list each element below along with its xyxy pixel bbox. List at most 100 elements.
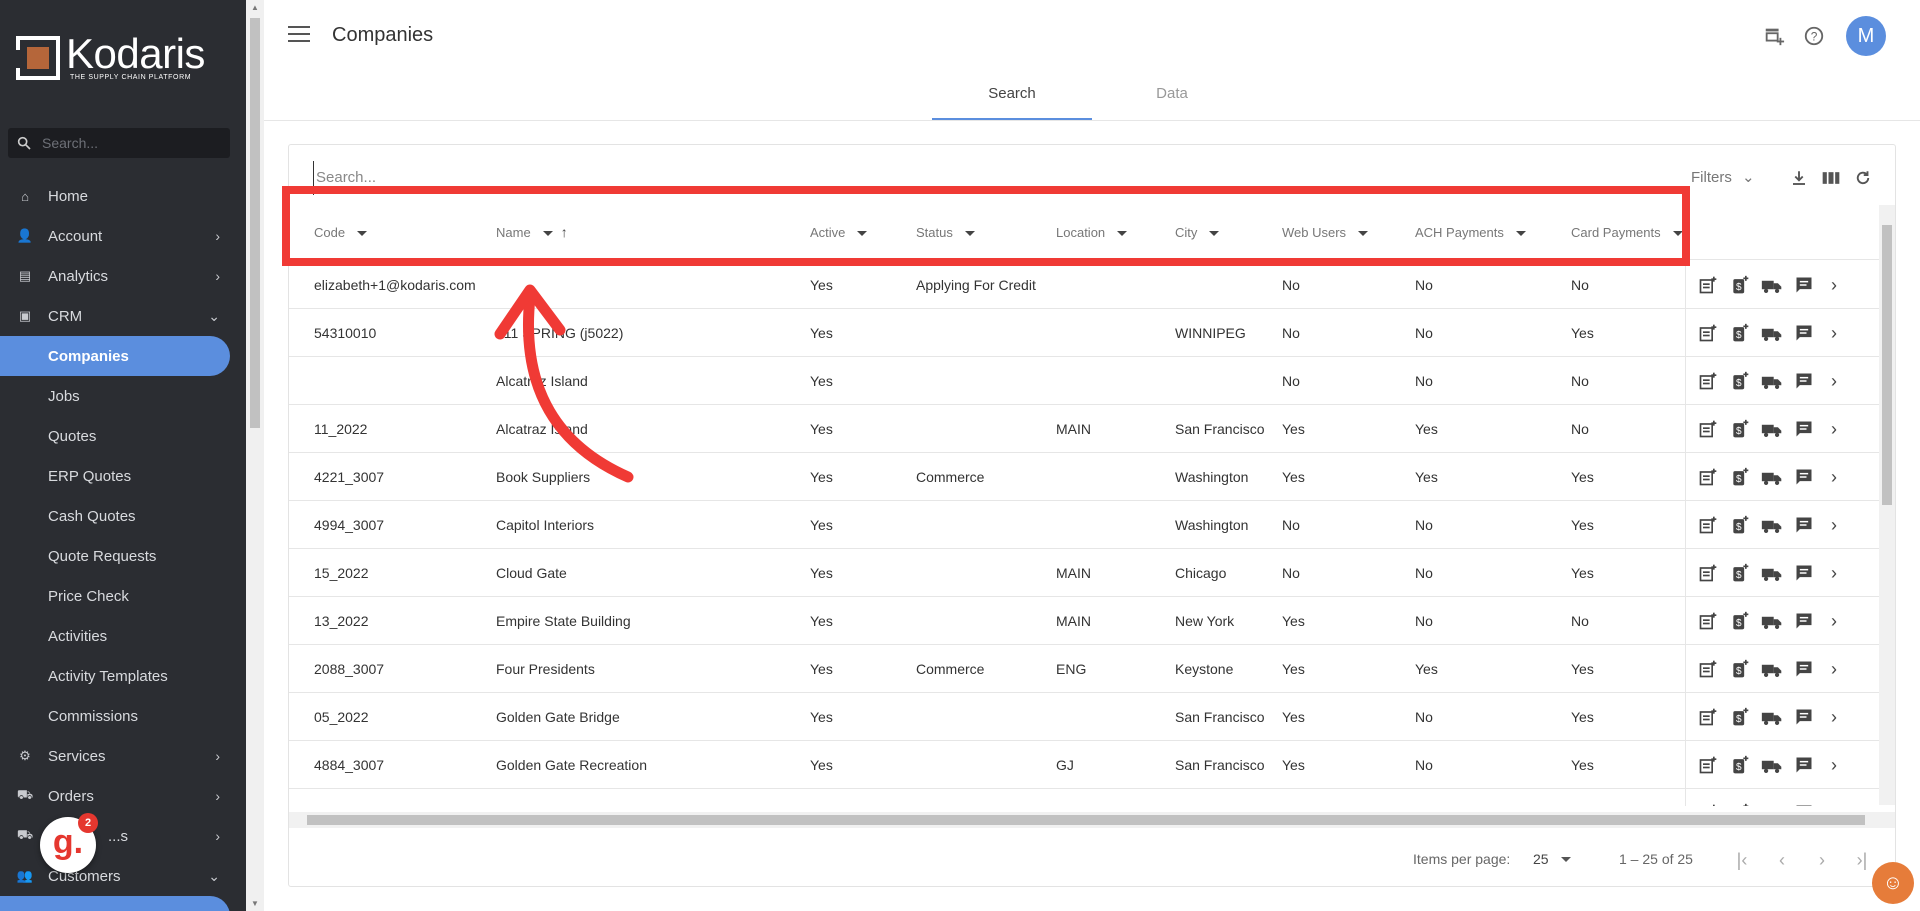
sidebar-item-quotes[interactable]: Quotes	[0, 416, 230, 456]
new-order-truck-icon[interactable]	[1756, 561, 1788, 585]
chevron-right-icon[interactable]: ›	[1820, 659, 1848, 680]
grid-hscroll-thumb[interactable]	[307, 815, 1865, 825]
new-order-truck-icon[interactable]	[1756, 417, 1788, 441]
sidebar-item-erp-quotes[interactable]: ERP Quotes	[0, 456, 230, 496]
new-payment-icon[interactable]: $	[1724, 417, 1756, 441]
new-quote-icon[interactable]	[1692, 273, 1724, 297]
new-order-truck-icon[interactable]	[1756, 513, 1788, 537]
sidebar-item-price-check[interactable]: Price Check	[0, 576, 230, 616]
sidebar-item-analytics[interactable]: ▤ Analytics ›	[0, 256, 230, 296]
chevron-right-icon[interactable]: ›	[1820, 371, 1848, 392]
table-row[interactable]: 05_2022 Golden Gate Bridge Yes San Francisc…	[289, 693, 1879, 741]
table-row[interactable]: 13_2022 Empire State Building Yes MAIN New Y…	[289, 597, 1879, 645]
kodaris-logo[interactable]: Kodaris THE SUPPLY CHAIN PLATFORM	[14, 33, 205, 81]
chevron-right-icon[interactable]: ›	[1820, 803, 1848, 807]
sidebar-item-companies[interactable]: Companies	[0, 336, 230, 376]
sidebar-item-crm[interactable]: ▣ CRM ⌄	[0, 296, 230, 336]
grid-horizontal-scrollbar[interactable]	[289, 812, 1895, 828]
chevron-right-icon[interactable]: ›	[1820, 419, 1848, 440]
hamburger-menu-icon[interactable]	[288, 26, 310, 46]
sidebar-item-customers[interactable]: 👥 Customers ⌄	[0, 856, 230, 896]
new-payment-icon[interactable]: $	[1724, 513, 1756, 537]
new-payment-icon[interactable]: $	[1724, 801, 1756, 806]
chevron-right-icon[interactable]: ›	[1820, 707, 1848, 728]
grid-vertical-scrollbar[interactable]	[1879, 205, 1895, 805]
new-order-truck-icon[interactable]	[1756, 609, 1788, 633]
sidebar-item-quote-requests[interactable]: Quote Requests	[0, 536, 230, 576]
sidebar-item-cash-quotes[interactable]: Cash Quotes	[0, 496, 230, 536]
new-order-truck-icon[interactable]	[1756, 657, 1788, 681]
message-icon[interactable]	[1788, 609, 1820, 633]
message-icon[interactable]	[1788, 273, 1820, 297]
new-payment-icon[interactable]: $	[1724, 609, 1756, 633]
new-payment-icon[interactable]: $	[1724, 657, 1756, 681]
tab-search[interactable]: Search	[932, 80, 1092, 120]
chevron-right-icon[interactable]: ›	[1820, 611, 1848, 632]
new-order-truck-icon[interactable]	[1756, 369, 1788, 393]
next-page-icon[interactable]: ›	[1807, 845, 1837, 875]
columns-icon[interactable]	[1819, 165, 1843, 191]
grid-vscroll-thumb[interactable]	[1882, 225, 1892, 505]
new-quote-icon[interactable]	[1692, 513, 1724, 537]
chevron-right-icon[interactable]: ›	[1820, 563, 1848, 584]
add-store-icon[interactable]	[1762, 24, 1786, 48]
sidebar-item-services[interactable]: ⚙ Services ›	[0, 736, 230, 776]
sidebar-scrollbar[interactable]: ▲ ▼	[246, 0, 264, 911]
first-page-icon[interactable]: |‹	[1727, 845, 1757, 875]
new-order-truck-icon[interactable]	[1756, 465, 1788, 489]
sidebar-item-commissions[interactable]: Commissions	[0, 696, 230, 736]
dropdown-arrow-icon[interactable]	[1561, 857, 1571, 862]
message-icon[interactable]	[1788, 369, 1820, 393]
chevron-right-icon[interactable]: ›	[1820, 515, 1848, 536]
sidebar-item-account[interactable]: 👤 Account ›	[0, 216, 230, 256]
new-quote-icon[interactable]	[1692, 465, 1724, 489]
new-payment-icon[interactable]: $	[1724, 321, 1756, 345]
filters-dropdown[interactable]: Filters ⌄	[1691, 161, 1755, 195]
table-row[interactable]: 15_2022 Cloud Gate Yes MAIN Chicago No No Yes $ ›	[289, 549, 1879, 597]
sidebar-item-activities[interactable]: Activities	[0, 616, 230, 656]
new-payment-icon[interactable]: $	[1724, 705, 1756, 729]
new-quote-icon[interactable]	[1692, 801, 1724, 806]
chevron-right-icon[interactable]: ›	[1820, 755, 1848, 776]
new-quote-icon[interactable]	[1692, 657, 1724, 681]
gist-help-badge[interactable]: g. 2	[40, 813, 98, 873]
download-icon[interactable]	[1787, 165, 1811, 191]
previous-page-icon[interactable]: ‹	[1767, 845, 1797, 875]
message-icon[interactable]	[1788, 465, 1820, 489]
sidebar-item-jobs[interactable]: Jobs	[0, 376, 230, 416]
new-quote-icon[interactable]	[1692, 609, 1724, 633]
sidebar-item-home[interactable]: ⌂ Home	[0, 176, 230, 216]
new-order-truck-icon[interactable]	[1756, 273, 1788, 297]
last-page-icon[interactable]: ›|	[1847, 845, 1877, 875]
new-order-truck-icon[interactable]	[1756, 753, 1788, 777]
message-icon[interactable]	[1788, 417, 1820, 441]
message-icon[interactable]	[1788, 753, 1820, 777]
new-payment-icon[interactable]: $	[1724, 273, 1756, 297]
new-quote-icon[interactable]	[1692, 369, 1724, 393]
sidebar-scroll-thumb[interactable]	[250, 18, 260, 428]
table-row[interactable]: 4994_3007 Capitol Interiors Yes Washington N…	[289, 501, 1879, 549]
new-quote-icon[interactable]	[1692, 321, 1724, 345]
sidebar-item-partial[interactable]	[0, 896, 230, 911]
chat-support-icon[interactable]: ☺	[1872, 862, 1914, 904]
table-row[interactable]: 4884_3007 Golden Gate Recreation Yes GJ San …	[289, 741, 1879, 789]
chevron-right-icon[interactable]: ›	[1820, 275, 1848, 296]
message-icon[interactable]	[1788, 705, 1820, 729]
new-quote-icon[interactable]	[1692, 705, 1724, 729]
chevron-right-icon[interactable]: ›	[1820, 323, 1848, 344]
sidebar-item-shipments[interactable]: ⛟ ...s ›	[0, 816, 230, 856]
new-quote-icon[interactable]	[1692, 753, 1724, 777]
new-order-truck-icon[interactable]	[1756, 705, 1788, 729]
new-payment-icon[interactable]: $	[1724, 369, 1756, 393]
refresh-icon[interactable]	[1851, 165, 1875, 191]
avatar[interactable]: M	[1846, 16, 1886, 56]
table-row[interactable]: 10_2022 Hoover Dam Yes MAIN Boulder City Yes Y…	[289, 789, 1879, 806]
new-quote-icon[interactable]	[1692, 561, 1724, 585]
chevron-right-icon[interactable]: ›	[1820, 467, 1848, 488]
new-quote-icon[interactable]	[1692, 417, 1724, 441]
new-order-truck-icon[interactable]	[1756, 321, 1788, 345]
tab-data[interactable]: Data	[1092, 80, 1252, 120]
items-per-page-select[interactable]: 25	[1533, 851, 1549, 867]
message-icon[interactable]	[1788, 561, 1820, 585]
new-payment-icon[interactable]: $	[1724, 561, 1756, 585]
